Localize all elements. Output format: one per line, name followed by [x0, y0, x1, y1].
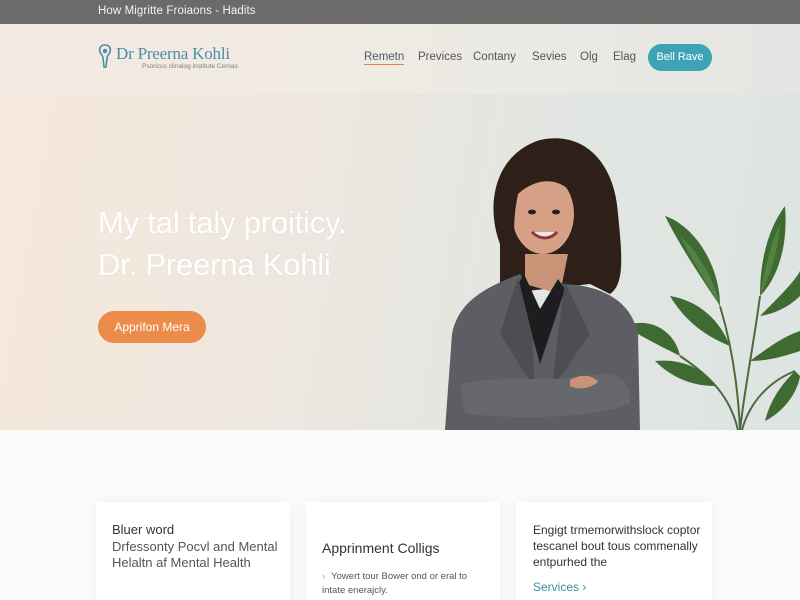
- nav-item-contact[interactable]: Contany: [473, 51, 516, 63]
- top-announcement-bar: How Migritte Froiaons - Hadits: [0, 0, 800, 24]
- top-announcement-text: How Migritte Froiaons - Hadits: [98, 5, 256, 17]
- card-body-text: Yowert tour Bower ond or eral to intate …: [322, 571, 468, 596]
- nav-item-sevies[interactable]: Sevies: [532, 51, 567, 63]
- nav-item-olg[interactable]: Olg: [580, 51, 598, 63]
- logo-name: Dr Preerna Kohli: [116, 44, 230, 63]
- nav-item-blog[interactable]: Elag: [613, 51, 636, 63]
- card-body: Drfessonty Pocvl and Mental Helaltn af M…: [112, 539, 278, 570]
- card-body: › Yowert tour Bower ond or eral to intate…: [322, 570, 492, 597]
- hero-title-line1: My tal taly proiticy.: [98, 205, 347, 240]
- hero-title-line2: Dr. Preerna Kohli: [98, 247, 331, 282]
- nav-item-home[interactable]: Remetn: [364, 51, 405, 65]
- card-body: Engigt trmemorwithslock coptor tescanel …: [533, 523, 701, 569]
- doctor-portrait: [445, 138, 640, 430]
- hero-title: My tal taly proiticy. Dr. Preerna Kohli: [98, 202, 347, 286]
- feature-card-1: Bluer word Drfessonty Pocvl and Mental H…: [96, 502, 290, 600]
- tooth-icon: [98, 44, 112, 68]
- hero-section: My tal taly proiticy. Dr. Preerna Kohli …: [0, 94, 800, 430]
- card-title: Apprinment Colligs: [322, 540, 440, 556]
- feature-card-2: Apprinment Colligs › Yowert tour Bower on…: [306, 502, 500, 600]
- logo-tagline: Psoricus clinalog institute Cernas: [142, 63, 238, 70]
- nav-item-services[interactable]: Previces: [418, 51, 462, 63]
- feature-card-3: Engigt trmemorwithslock coptor tescanel …: [516, 502, 712, 600]
- site-header: Dr Preerna Kohli Psoricus clinalog insti…: [0, 24, 800, 94]
- appointment-button[interactable]: Apprifon Mera: [98, 311, 206, 343]
- bullet-icon: ›: [322, 571, 326, 582]
- book-button[interactable]: Bell Rave: [648, 44, 712, 71]
- services-link[interactable]: Services ›: [533, 580, 586, 594]
- card-title: Bluer word: [112, 522, 175, 537]
